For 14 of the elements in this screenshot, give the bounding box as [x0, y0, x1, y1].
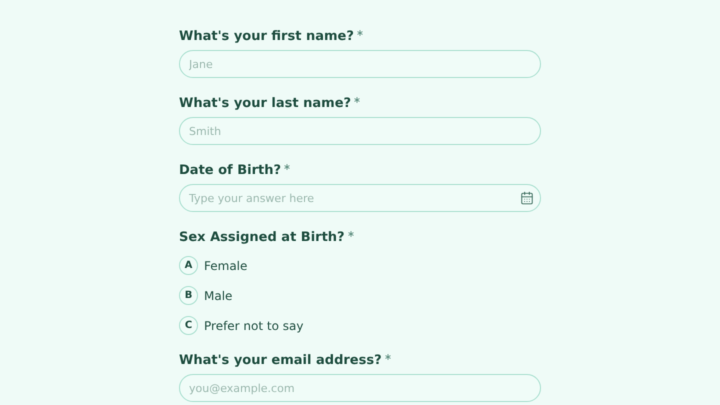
option-label[interactable]: Prefer not to say	[204, 318, 304, 332]
input-field[interactable]: Smith	[179, 117, 541, 145]
date-field[interactable]: Type your answer here	[179, 184, 541, 212]
question-label: What's your first name?	[179, 28, 354, 45]
question-label: What's your last name?	[179, 95, 352, 112]
question-label: Sex Assigned at Birth?	[179, 229, 345, 246]
question-label: Date of Birth?	[179, 162, 282, 179]
input-field[interactable]: you@example.com	[179, 374, 541, 402]
option-label[interactable]: Male	[204, 288, 232, 302]
option-key[interactable]: C	[179, 316, 198, 335]
question-label: What's your email address?	[179, 352, 382, 369]
option-label[interactable]: Female	[204, 258, 248, 272]
option-key[interactable]: B	[179, 286, 198, 305]
option-key[interactable]: A	[179, 256, 198, 275]
